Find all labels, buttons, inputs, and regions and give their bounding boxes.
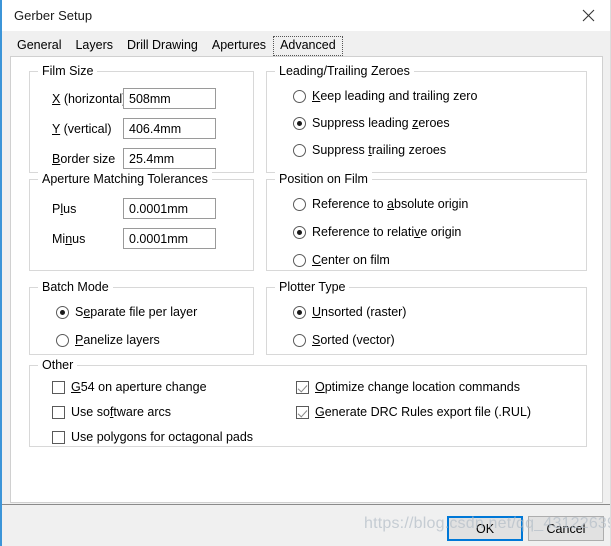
other-right-option-0[interactable]: Optimize change location commands (296, 380, 520, 394)
radio-unselected-icon[interactable] (293, 333, 306, 347)
label-y-vertical: Y (vertical) (52, 122, 112, 136)
radio-unselected-icon[interactable] (56, 333, 69, 347)
radio-unselected-icon[interactable] (293, 143, 306, 157)
group-title-batch-mode: Batch Mode (38, 280, 113, 294)
title-bar: Gerber Setup (2, 0, 610, 31)
option-label: Sorted (vector) (312, 333, 395, 347)
position-option-1[interactable]: Reference to relative origin (293, 225, 461, 239)
option-label: Optimize change location commands (315, 380, 520, 394)
option-label: Use polygons for octagonal pads (71, 430, 254, 444)
option-label: Suppress trailing zeroes (312, 143, 447, 157)
other-left-option-1[interactable]: Use software arcs (52, 405, 171, 419)
group-title-plotter-type: Plotter Type (275, 280, 350, 294)
option-label: Panelize layers (75, 333, 160, 347)
group-title-film-size: Film Size (38, 64, 98, 78)
radio-selected-icon[interactable] (293, 116, 306, 130)
minus-tolerance-input[interactable] (123, 228, 216, 249)
tab-list: General Layers Drill Drawing Apertures Advan… (10, 35, 343, 56)
label-plus: Plus (52, 202, 77, 216)
plus-tolerance-input[interactable] (123, 198, 216, 219)
radio-selected-icon[interactable] (293, 305, 306, 319)
zeroes-option-2[interactable]: Suppress trailing zeroes (293, 143, 446, 157)
group-film-size: Film Size X (horizontal) Y (vertical) Bo… (29, 64, 254, 173)
option-label: G54 on aperture change (71, 380, 207, 394)
option-label: Generate DRC Rules export file (.RUL) (315, 405, 532, 419)
group-plotter-type: Plotter Type Unsorted (raster) Sorted (ve… (266, 280, 587, 355)
tab-drill-drawing[interactable]: Drill Drawing (120, 36, 205, 56)
dialog-footer: OK Cancel (2, 504, 610, 546)
position-option-0[interactable]: Reference to absolute origin (293, 197, 468, 211)
plotter-option-1[interactable]: Sorted (vector) (293, 333, 395, 347)
batch-mode-option-0[interactable]: Separate file per layer (56, 305, 197, 319)
border-size-input[interactable] (123, 148, 216, 169)
label-border-size: Border size (52, 152, 116, 166)
group-title-other: Other (38, 358, 78, 372)
gerber-setup-dialog: Gerber Setup General Layers Drill Drawing A… (0, 0, 611, 546)
checkbox-checked-icon[interactable] (296, 380, 309, 394)
option-label: Reference to absolute origin (312, 197, 469, 211)
radio-unselected-icon[interactable] (293, 89, 306, 103)
tab-advanced[interactable]: Advanced (273, 36, 343, 56)
radio-selected-icon[interactable] (293, 225, 306, 239)
advanced-tab-panel: Film Size X (horizontal) Y (vertical) Bo… (10, 56, 603, 503)
other-left-option-2[interactable]: Use polygons for octagonal pads (52, 430, 253, 444)
tab-layers[interactable]: Layers (68, 36, 120, 56)
y-vertical-input[interactable] (123, 118, 216, 139)
x-horizontal-input[interactable] (123, 88, 216, 109)
checkbox-unchecked-icon[interactable] (52, 405, 65, 419)
batch-mode-option-1[interactable]: Panelize layers (56, 333, 160, 347)
label-x-horizontal: X (horizontal) (52, 92, 127, 106)
option-label: Center on film (312, 253, 390, 267)
zeroes-option-1[interactable]: Suppress leading zeroes (293, 116, 450, 130)
tab-apertures[interactable]: Apertures (205, 36, 273, 56)
group-aperture-tolerances: Aperture Matching Tolerances Plus Minus (29, 172, 254, 271)
option-label: Unsorted (raster) (312, 305, 407, 319)
plotter-option-0[interactable]: Unsorted (raster) (293, 305, 406, 319)
option-label: Keep leading and trailing zero (312, 89, 478, 103)
checkbox-checked-icon[interactable] (296, 405, 309, 419)
label-minus: Minus (52, 232, 86, 246)
other-left-option-0[interactable]: G54 on aperture change (52, 380, 207, 394)
close-icon[interactable] (566, 0, 610, 31)
zeroes-option-0[interactable]: Keep leading and trailing zero (293, 89, 477, 103)
ok-button[interactable]: OK (447, 516, 523, 541)
checkbox-unchecked-icon[interactable] (52, 380, 65, 394)
group-title-aperture-tolerances: Aperture Matching Tolerances (38, 172, 212, 186)
tab-general[interactable]: General (10, 36, 68, 56)
tab-strip: General Layers Drill Drawing Apertures Advan… (2, 31, 610, 56)
radio-selected-icon[interactable] (56, 305, 69, 319)
other-right-option-1[interactable]: Generate DRC Rules export file (.RUL) (296, 405, 531, 419)
option-label: Use software arcs (71, 405, 172, 419)
position-option-2[interactable]: Center on film (293, 253, 390, 267)
group-position-on-film: Position on Film Reference to absolute o… (266, 172, 587, 271)
option-label: Suppress leading zeroes (312, 116, 450, 130)
radio-unselected-icon[interactable] (293, 197, 306, 211)
group-title-position-on-film: Position on Film (275, 172, 372, 186)
option-label: Reference to relative origin (312, 225, 462, 239)
group-other: Other G54 on aperture change Use software… (29, 358, 587, 447)
cancel-button[interactable]: Cancel (528, 516, 604, 541)
group-leading-trailing-zeroes: Leading/Trailing Zeroes Keep leading and… (266, 64, 587, 173)
option-label: Separate file per layer (75, 305, 198, 319)
window-title: Gerber Setup (14, 8, 93, 23)
group-title-leading-trailing-zeroes: Leading/Trailing Zeroes (275, 64, 414, 78)
checkbox-unchecked-icon[interactable] (52, 430, 65, 444)
radio-unselected-icon[interactable] (293, 253, 306, 267)
group-batch-mode: Batch Mode Separate file per layer Paneli… (29, 280, 254, 355)
